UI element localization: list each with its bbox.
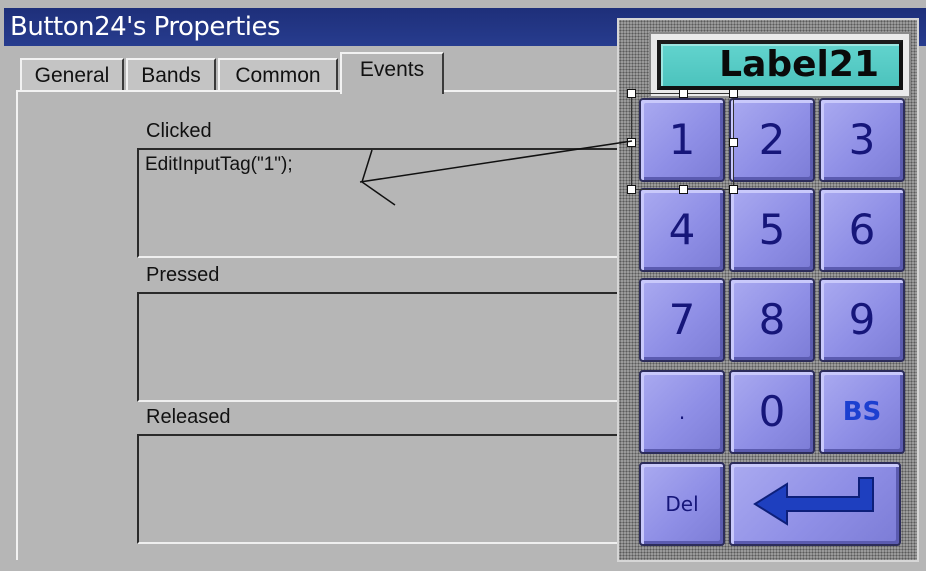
keypad-panel: Label21 1 2 3 4 5 6 7 8 9 . 0 BS Del (617, 18, 919, 562)
key-2-label: 2 (758, 115, 786, 164)
delete-button[interactable]: Del (639, 462, 725, 546)
tab-events[interactable]: Events (340, 52, 444, 94)
key-4-button[interactable]: 4 (639, 188, 725, 272)
clicked-script-field[interactable]: EditInputTag("1"); (137, 148, 637, 258)
clicked-label: Clicked (146, 120, 212, 142)
key-dot-label: . (678, 400, 686, 424)
key-8-label: 8 (758, 295, 786, 344)
display-frame: Label21 (649, 32, 911, 98)
key-7-button[interactable]: 7 (639, 278, 725, 362)
backspace-button[interactable]: BS (819, 370, 905, 454)
clicked-script-text: EditInputTag("1"); (145, 154, 293, 175)
key-7-label: 7 (668, 295, 696, 344)
backspace-label: BS (842, 397, 882, 427)
released-script-field[interactable] (137, 434, 637, 544)
key-dot-button[interactable]: . (639, 370, 725, 454)
resize-handle-s[interactable] (679, 185, 688, 194)
key-6-label: 6 (848, 205, 876, 254)
key-4-label: 4 (668, 205, 696, 254)
tab-bands[interactable]: Bands (126, 58, 216, 92)
key-3-label: 3 (848, 115, 876, 164)
pressed-label: Pressed (146, 264, 220, 286)
enter-arrow-icon (753, 477, 874, 526)
resize-handle-e[interactable] (729, 138, 738, 147)
key-6-button[interactable]: 6 (819, 188, 905, 272)
key-0-button[interactable]: 0 (729, 370, 815, 454)
key-2-button[interactable]: 2 (729, 98, 815, 182)
resize-handle-se[interactable] (729, 185, 738, 194)
tab-general[interactable]: General (20, 58, 124, 92)
resize-handle-sw[interactable] (627, 185, 636, 194)
delete-label: Del (665, 492, 699, 516)
pressed-script-field[interactable] (137, 292, 637, 402)
key-0-label: 0 (758, 387, 786, 436)
resize-handle-nw[interactable] (627, 89, 636, 98)
key-5-label: 5 (758, 205, 786, 254)
resize-handle-ne[interactable] (729, 89, 738, 98)
resize-handle-w[interactable] (627, 138, 636, 147)
tab-common[interactable]: Common (218, 58, 338, 92)
enter-button[interactable] (729, 462, 901, 546)
key-1-label: 1 (668, 115, 696, 164)
resize-handle-n[interactable] (679, 89, 688, 98)
key-8-button[interactable]: 8 (729, 278, 815, 362)
key-3-button[interactable]: 3 (819, 98, 905, 182)
key-9-button[interactable]: 9 (819, 278, 905, 362)
display-label[interactable]: Label21 (657, 40, 903, 90)
released-label: Released (146, 406, 231, 428)
key-1-button[interactable]: 1 (639, 98, 725, 182)
key-9-label: 9 (848, 295, 876, 344)
key-5-button[interactable]: 5 (729, 188, 815, 272)
